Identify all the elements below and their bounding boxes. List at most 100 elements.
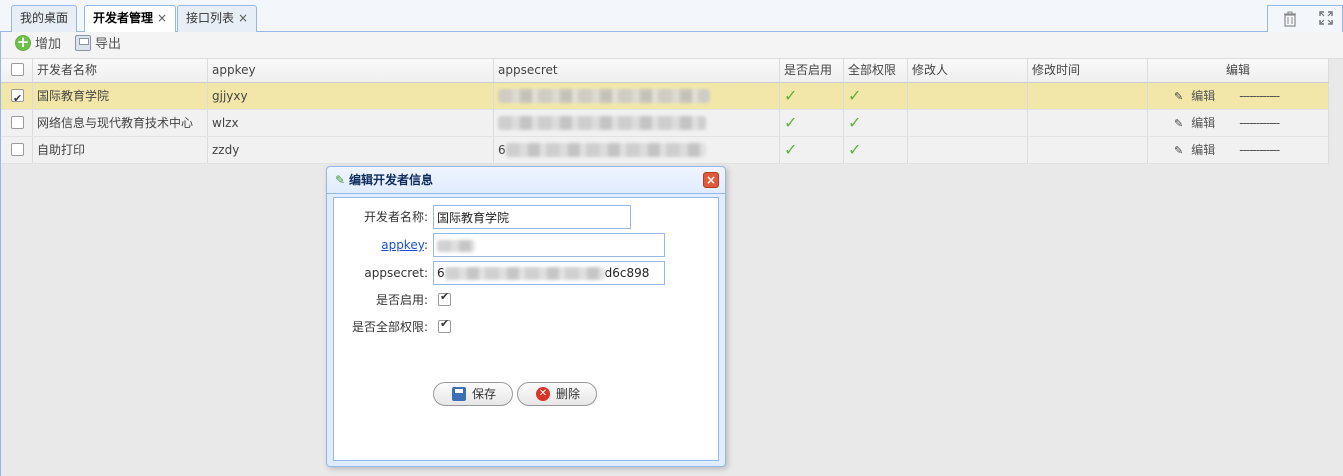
header-enabled[interactable]: 是否启用: [780, 59, 844, 82]
cell-modified-time: [1028, 137, 1148, 163]
appsecret-input[interactable]: 6 d6c898: [433, 261, 665, 285]
appsecret-label: appsecret:: [364, 266, 428, 280]
cell-all-perms: ✓: [844, 83, 908, 109]
tab-label: 接口列表: [186, 11, 235, 25]
cell-appsecret: [494, 83, 780, 109]
appkey-label-colon: :: [423, 238, 428, 252]
pencil-icon[interactable]: ✎: [1174, 111, 1183, 136]
cell-appkey: gjjyxy: [208, 83, 494, 109]
pencil-icon[interactable]: ✎: [1174, 84, 1183, 109]
tab-api-list[interactable]: 接口列表 ×: [177, 5, 258, 32]
cell-edit: ✎ 编辑 ------------: [1148, 110, 1329, 136]
cell-appsecret: 6: [494, 137, 780, 163]
cell-edit: ✎ 编辑 ------------: [1148, 83, 1329, 109]
row-select-cell: [1, 83, 33, 109]
header-name[interactable]: 开发者名称: [33, 59, 208, 82]
cell-modifier: [908, 110, 1028, 136]
add-icon: [15, 32, 31, 52]
add-label: 增加: [35, 37, 62, 52]
row-dashes: ------------: [1239, 116, 1280, 130]
tab-label: 开发者管理: [93, 11, 154, 25]
row-checkbox[interactable]: [11, 116, 24, 129]
redacted-blur: [505, 143, 706, 157]
tab-label: 我的桌面: [20, 11, 69, 25]
row-checkbox[interactable]: [11, 86, 24, 109]
edit-link[interactable]: 编辑: [1191, 89, 1215, 103]
appkey-row: appkey:: [334, 233, 720, 257]
all-perms-checkbox[interactable]: [438, 317, 451, 333]
edit-developer-dialog: ✎ 编辑开发者信息 × 开发者名称: appkey: appsecret: 6 d…: [326, 166, 726, 467]
redacted-blur: [444, 267, 605, 280]
cell-modified-time: [1028, 110, 1148, 136]
appkey-input[interactable]: [433, 233, 665, 257]
cell-enabled: ✓: [780, 137, 844, 163]
toolbar: 增加 导出: [1, 32, 1343, 59]
tab-my-desktop[interactable]: 我的桌面: [11, 5, 78, 32]
cell-edit: ✎ 编辑 ------------: [1148, 137, 1329, 163]
select-all-checkbox[interactable]: [11, 63, 24, 76]
row-checkbox[interactable]: [11, 143, 24, 156]
header-appkey[interactable]: appkey: [208, 59, 494, 82]
tab-close-icon[interactable]: ×: [238, 11, 248, 25]
cell-enabled: ✓: [780, 83, 844, 109]
add-button[interactable]: 增加: [15, 32, 62, 55]
header-appsecret[interactable]: appsecret: [494, 59, 780, 82]
name-label: 开发者名称:: [363, 210, 428, 224]
cell-name: 网络信息与现代教育技术中心: [33, 110, 208, 136]
all-perms-label: 是否全部权限:: [351, 320, 428, 334]
export-button[interactable]: 导出: [75, 35, 121, 55]
delete-button[interactable]: ✕ 删除: [517, 382, 597, 406]
appsecret-prefix: 6: [437, 266, 445, 280]
cell-name: 国际教育学院: [33, 83, 208, 109]
appkey-label-link[interactable]: appkey: [381, 238, 424, 252]
check-icon: ✓: [784, 113, 798, 132]
edit-link[interactable]: 编辑: [1191, 116, 1215, 130]
redacted-blur: [498, 116, 706, 130]
cell-enabled: ✓: [780, 110, 844, 136]
close-icon[interactable]: ×: [703, 172, 719, 188]
table-row[interactable]: 国际教育学院 gjjyxy ✓ ✓ ✎ 编辑 ------------: [1, 83, 1329, 110]
enabled-label: 是否启用:: [375, 293, 428, 307]
name-input[interactable]: [433, 205, 631, 229]
header-modifier[interactable]: 修改人: [908, 59, 1028, 82]
tab-bar: 我的桌面 开发者管理 × 接口列表 ×: [0, 0, 1343, 33]
table-row[interactable]: 自助打印 zzdy 6 ✓ ✓ ✎ 编辑 ------------: [1, 137, 1329, 164]
dialog-header[interactable]: ✎ 编辑开发者信息 ×: [327, 167, 725, 194]
check-icon: ✓: [784, 86, 798, 105]
printer-icon: [75, 35, 91, 51]
tab-tools: [1267, 5, 1343, 32]
pencil-icon: ✎: [335, 173, 346, 187]
tab-close-icon[interactable]: ×: [157, 11, 167, 25]
appkey-label-wrap: appkey:: [381, 233, 428, 257]
row-dashes: ------------: [1239, 89, 1280, 103]
save-button[interactable]: 保存: [433, 382, 513, 406]
header-modified-time[interactable]: 修改时间: [1028, 59, 1148, 82]
row-dashes: ------------: [1239, 143, 1280, 157]
cell-modified-time: [1028, 83, 1148, 109]
export-label: 导出: [95, 37, 122, 52]
redacted-blur: [437, 240, 475, 252]
enabled-checkbox[interactable]: [438, 290, 451, 306]
appsecret-row: appsecret: 6 d6c898: [334, 261, 720, 285]
all-perms-row: 是否全部权限:: [334, 315, 720, 339]
header-edit[interactable]: 编辑: [1148, 59, 1329, 82]
check-icon: ✓: [784, 140, 798, 159]
cell-all-perms: ✓: [844, 110, 908, 136]
dialog-title: 编辑开发者信息: [349, 173, 434, 187]
name-row: 开发者名称:: [334, 205, 720, 229]
cell-all-perms: ✓: [844, 137, 908, 163]
trash-icon[interactable]: [1282, 11, 1298, 27]
edit-link[interactable]: 编辑: [1191, 143, 1215, 157]
cell-appkey: wlzx: [208, 110, 494, 136]
tab-developer-management[interactable]: 开发者管理 ×: [84, 5, 177, 33]
expand-icon[interactable]: [1318, 11, 1334, 27]
cell-appsecret: [494, 110, 780, 136]
grid-header: 开发者名称 appkey appsecret 是否启用 全部权限 修改人 修改时…: [1, 59, 1329, 83]
appsecret-suffix: d6c898: [604, 266, 650, 280]
delete-x-icon: ✕: [536, 387, 550, 401]
row-select-cell: [1, 137, 33, 163]
pencil-icon[interactable]: ✎: [1174, 138, 1183, 163]
cell-modifier: [908, 137, 1028, 163]
table-row[interactable]: 网络信息与现代教育技术中心 wlzx ✓ ✓ ✎ 编辑 ------------: [1, 110, 1329, 137]
header-all-perms[interactable]: 全部权限: [844, 59, 908, 82]
